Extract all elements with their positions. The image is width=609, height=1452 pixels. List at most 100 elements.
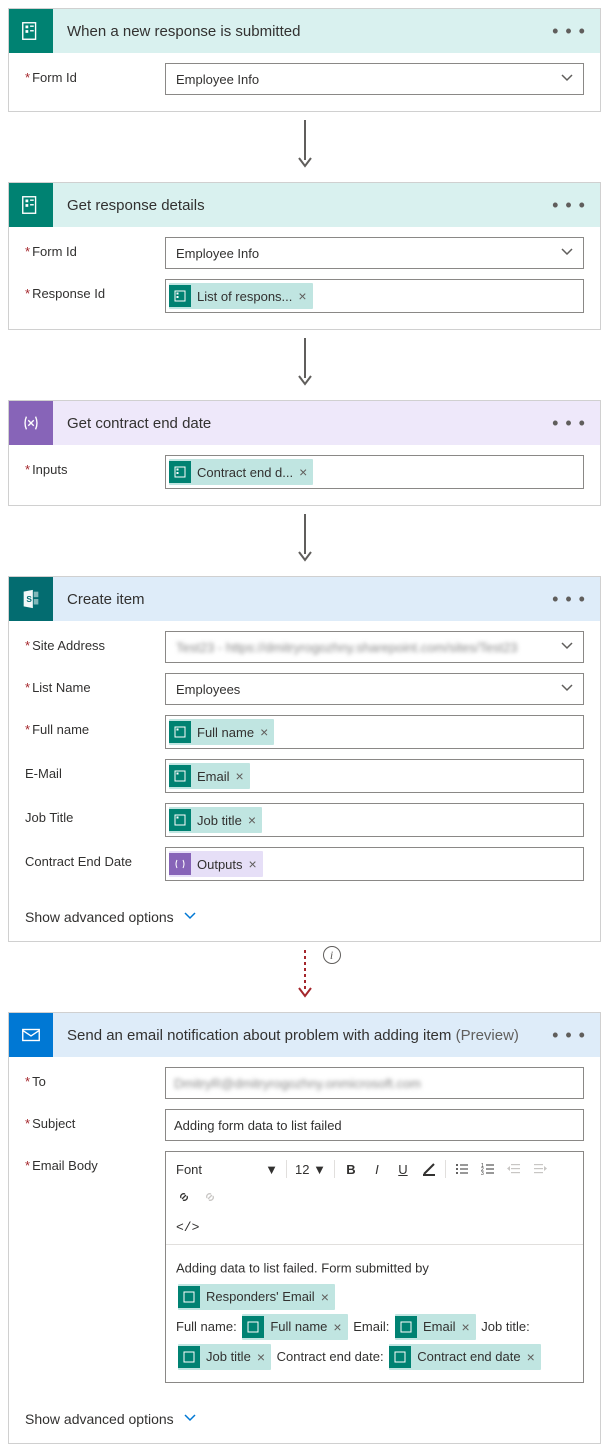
- email-input[interactable]: Email ×: [165, 759, 584, 793]
- dynamic-token[interactable]: List of respons... ×: [169, 283, 313, 309]
- card-title: When a new response is submitted: [53, 23, 538, 40]
- card-title: Send an email notification about problem…: [53, 1027, 538, 1044]
- to-input[interactable]: DmitryR@dmitryrogozhny.onmicrosoft.com: [165, 1067, 584, 1099]
- token-remove[interactable]: ×: [299, 464, 307, 480]
- chevron-down-icon: [184, 909, 196, 925]
- response-id-input[interactable]: List of respons... ×: [165, 279, 584, 313]
- token-text: Email: [197, 769, 230, 784]
- svg-text:S: S: [26, 595, 32, 604]
- body-text: Job title:: [481, 1319, 529, 1334]
- token-remove[interactable]: ×: [260, 724, 268, 740]
- form-id-select[interactable]: Employee Info: [165, 63, 584, 95]
- card-title: Get contract end date: [53, 415, 538, 432]
- code-view-button[interactable]: </>: [172, 1214, 203, 1240]
- job-title-input[interactable]: Job title ×: [165, 803, 584, 837]
- show-advanced-toggle[interactable]: Show advanced options: [9, 1399, 600, 1443]
- subject-input[interactable]: Adding form data to list failed: [165, 1109, 584, 1141]
- indent-button[interactable]: [528, 1156, 552, 1182]
- email-body-editor: Font ▼ 12 ▼ B I U 123: [165, 1151, 584, 1383]
- forms-icon: [169, 809, 191, 831]
- token-remove[interactable]: ×: [248, 812, 256, 828]
- dynamic-token[interactable]: Outputs ×: [169, 851, 263, 877]
- job-title-label: Job Title: [25, 803, 165, 825]
- number-list-button[interactable]: 123: [476, 1156, 500, 1182]
- card-header[interactable]: When a new response is submitted • • •: [9, 9, 600, 53]
- dynamic-token[interactable]: Email ×: [169, 763, 250, 789]
- variable-icon: [9, 401, 53, 445]
- outdent-button[interactable]: [502, 1156, 526, 1182]
- card-menu-button[interactable]: • • •: [538, 195, 600, 216]
- info-icon[interactable]: i: [323, 946, 341, 964]
- caret-down-icon: ▼: [265, 1162, 278, 1177]
- card-header[interactable]: S Create item • • •: [9, 577, 600, 621]
- font-color-button[interactable]: [417, 1156, 441, 1182]
- token-text: Job title: [197, 813, 242, 828]
- trigger-card: When a new response is submitted • • • F…: [8, 8, 601, 112]
- list-name-select[interactable]: Employees: [165, 673, 584, 705]
- chevron-down-icon: [561, 682, 573, 697]
- subject-value: Adding form data to list failed: [174, 1118, 342, 1133]
- flow-arrow-error: i: [8, 942, 601, 1012]
- full-name-input[interactable]: Full name ×: [165, 715, 584, 749]
- dynamic-token[interactable]: Full name ×: [169, 719, 274, 745]
- form-id-value: Employee Info: [176, 246, 259, 261]
- token-remove[interactable]: ×: [298, 288, 306, 304]
- inputs-field[interactable]: Contract end d... ×: [165, 455, 584, 489]
- card-menu-button[interactable]: • • •: [538, 1025, 600, 1046]
- flow-arrow: [8, 112, 601, 182]
- token-remove[interactable]: ×: [333, 1313, 341, 1341]
- site-address-value: Test23 - https://dmitryrogozhny.sharepoi…: [176, 640, 518, 655]
- show-advanced-toggle[interactable]: Show advanced options: [9, 897, 600, 941]
- token-remove[interactable]: ×: [527, 1343, 535, 1371]
- card-header[interactable]: Get response details • • •: [9, 183, 600, 227]
- editor-content[interactable]: Adding data to list failed. Form submitt…: [166, 1245, 583, 1382]
- card-header[interactable]: Get contract end date • • •: [9, 401, 600, 445]
- forms-icon: [169, 461, 191, 483]
- email-label: E-Mail: [25, 759, 165, 781]
- body-text: Email:: [353, 1319, 389, 1334]
- forms-icon: [178, 1286, 200, 1308]
- advanced-label: Show advanced options: [25, 909, 174, 925]
- forms-icon: [9, 9, 53, 53]
- form-id-select[interactable]: Employee Info: [165, 237, 584, 269]
- email-card: Send an email notification about problem…: [8, 1012, 601, 1444]
- token-remove[interactable]: ×: [249, 856, 257, 872]
- underline-button[interactable]: U: [391, 1156, 415, 1182]
- card-menu-button[interactable]: • • •: [538, 413, 600, 434]
- token-remove[interactable]: ×: [257, 1343, 265, 1371]
- dynamic-token[interactable]: Job title ×: [169, 807, 262, 833]
- card-menu-button[interactable]: • • •: [538, 589, 600, 610]
- token-remove[interactable]: ×: [321, 1283, 329, 1311]
- form-id-label: Form Id: [25, 237, 165, 259]
- bullet-list-button[interactable]: [450, 1156, 474, 1182]
- dynamic-token[interactable]: Job title×: [178, 1344, 271, 1370]
- link-button[interactable]: [172, 1184, 196, 1210]
- form-id-label: Form Id: [25, 63, 165, 85]
- token-remove[interactable]: ×: [236, 768, 244, 784]
- dynamic-token[interactable]: Contract end date×: [389, 1344, 541, 1370]
- token-text: Contract end d...: [197, 465, 293, 480]
- card-menu-button[interactable]: • • •: [538, 21, 600, 42]
- size-select[interactable]: 12 ▼: [291, 1156, 330, 1182]
- body-label: Email Body: [25, 1151, 165, 1173]
- dynamic-token[interactable]: Full name×: [242, 1314, 347, 1340]
- response-id-label: Response Id: [25, 279, 165, 301]
- site-address-select[interactable]: Test23 - https://dmitryrogozhny.sharepoi…: [165, 631, 584, 663]
- to-value: DmitryR@dmitryrogozhny.onmicrosoft.com: [174, 1076, 421, 1091]
- card-header[interactable]: Send an email notification about problem…: [9, 1013, 600, 1057]
- body-text: Full name:: [176, 1319, 237, 1334]
- unlink-button[interactable]: [198, 1184, 222, 1210]
- chevron-down-icon: [561, 246, 573, 261]
- font-select[interactable]: Font ▼: [172, 1156, 282, 1182]
- italic-button[interactable]: I: [365, 1156, 389, 1182]
- end-date-input[interactable]: Outputs ×: [165, 847, 584, 881]
- full-name-label: Full name: [25, 715, 165, 737]
- token-remove[interactable]: ×: [461, 1313, 469, 1341]
- dynamic-token[interactable]: Responders' Email×: [178, 1284, 335, 1310]
- dynamic-token[interactable]: Email×: [395, 1314, 476, 1340]
- forms-icon: [9, 183, 53, 227]
- forms-icon: [169, 285, 191, 307]
- dynamic-token[interactable]: Contract end d... ×: [169, 459, 313, 485]
- token-text: Full name: [197, 725, 254, 740]
- bold-button[interactable]: B: [339, 1156, 363, 1182]
